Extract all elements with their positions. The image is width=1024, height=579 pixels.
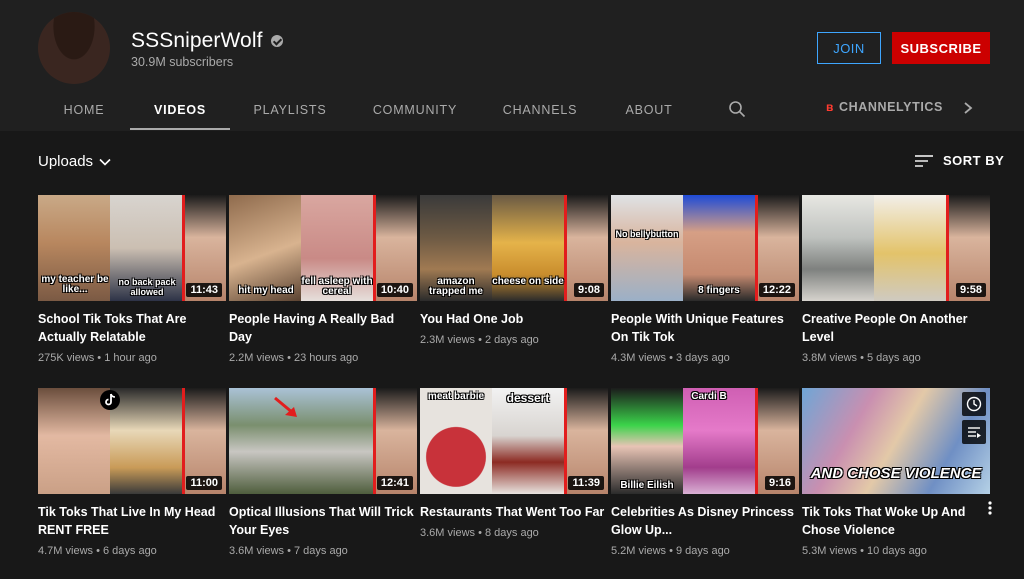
thumbnail-caption: cheese on side (492, 276, 564, 287)
chevron-down-icon (99, 158, 111, 166)
video-card[interactable]: 9:58 Creative People On Another Level 3.… (802, 195, 990, 364)
video-meta: 5.3M views • 10 days ago (802, 545, 927, 557)
video-meta: 275K views • 1 hour ago (38, 352, 157, 364)
tab-channels[interactable]: CHANNELS (498, 88, 582, 131)
add-to-queue-icon[interactable] (962, 420, 986, 444)
red-arrow-icon (274, 396, 297, 417)
thumbnail-caption: AND CHOSE VIOLENCE (810, 465, 982, 482)
chevron-right-icon[interactable] (962, 101, 974, 115)
video-meta: 5.2M views • 9 days ago (611, 545, 730, 557)
video-title[interactable]: School Tik Toks That Are Actually Relata… (38, 310, 226, 346)
sort-icon (915, 154, 933, 167)
channelytics-logo-icon: ʙ (826, 100, 834, 114)
video-title[interactable]: Celebrities As Disney Princess Glow Up..… (611, 503, 799, 539)
verified-check-icon (270, 35, 283, 47)
video-thumbnail[interactable]: AND CHOSE VIOLENCE (802, 388, 990, 494)
video-card[interactable]: 12:41 Optical Illusions That Will Trick … (229, 388, 417, 557)
video-meta: 3.6M views • 8 days ago (420, 527, 539, 539)
video-thumbnail[interactable]: Billie Eilish Cardi B 9:16 (611, 388, 799, 494)
video-meta: 4.7M views • 6 days ago (38, 545, 157, 557)
tab-community[interactable]: COMMUNITY (368, 88, 462, 131)
video-title[interactable]: People Having A Really Bad Day (229, 310, 417, 346)
video-duration: 12:41 (376, 476, 413, 490)
tab-about[interactable]: ABOUT (618, 88, 680, 131)
thumbnail-caption: Cardi B (691, 391, 727, 402)
sort-by-button[interactable]: SORT BY (915, 153, 1004, 168)
video-card[interactable]: AND CHOSE VIOLENCE Tik Toks That Woke Up… (802, 388, 992, 557)
video-duration: 10:40 (376, 283, 413, 297)
hover-actions (962, 392, 986, 444)
video-card[interactable]: amazon trapped me cheese on side 9:08 Yo… (420, 195, 608, 346)
thumbnail-caption: fell asleep with cereal (301, 276, 373, 297)
video-title[interactable]: Restaurants That Went Too Far (420, 503, 608, 521)
video-title[interactable]: Creative People On Another Level (802, 310, 990, 346)
video-duration: 11:43 (186, 283, 222, 297)
video-meta: 4.3M views • 3 days ago (611, 352, 730, 364)
video-meta: 3.6M views • 7 days ago (229, 545, 348, 557)
video-title[interactable]: Optical Illusions That Will Trick Your E… (229, 503, 417, 539)
thumbnail-caption: Billie Eilish (620, 480, 674, 491)
video-duration: 11:00 (186, 476, 222, 490)
thumbnail-caption: no back pack allowed (118, 277, 176, 297)
thumbnail-caption: No bellybutton (615, 229, 679, 239)
video-title[interactable]: Tik Toks That Live In My Head RENT FREE (38, 503, 226, 539)
avatar[interactable] (38, 12, 110, 84)
channel-title-row: SSSniperWolf (131, 29, 283, 53)
uploads-label: Uploads (38, 153, 94, 170)
video-thumbnail[interactable]: 12:41 (229, 388, 417, 494)
subscriber-count: 30.9M subscribers (131, 55, 234, 69)
watch-later-icon[interactable] (962, 392, 986, 416)
subscribe-button[interactable]: SUBSCRIBE (892, 32, 990, 64)
video-card[interactable]: 11:00 Tik Toks That Live In My Head RENT… (38, 388, 226, 557)
video-duration: 9:16 (764, 476, 795, 490)
video-thumbnail[interactable]: 9:58 (802, 195, 990, 301)
video-thumbnail[interactable]: No bellybutton 8 fingers 12:22 (611, 195, 799, 301)
video-card[interactable]: my teacher be like... no back pack allow… (38, 195, 226, 364)
channelytics-label: CHANNELYTICS (838, 100, 943, 114)
search-icon[interactable] (728, 100, 746, 118)
video-title[interactable]: You Had One Job (420, 310, 608, 328)
video-thumbnail[interactable]: meat barbie dessert 11:39 (420, 388, 608, 494)
thumbnail-caption: amazon trapped me (429, 276, 483, 297)
video-title[interactable]: People With Unique Features On Tik Tok (611, 310, 799, 346)
video-meta: 3.8M views • 5 days ago (802, 352, 921, 364)
thumbnail-caption: hit my head (238, 285, 294, 296)
channel-name: SSSniperWolf (131, 29, 263, 52)
channelytics-tab[interactable]: ʙ CHANNELYTICS (826, 100, 943, 114)
thumbnail-caption: dessert (506, 391, 550, 405)
video-thumbnail[interactable]: amazon trapped me cheese on side 9:08 (420, 195, 608, 301)
video-duration: 9:08 (573, 283, 604, 297)
video-thumbnail[interactable]: hit my head fell asleep with cereal 10:4… (229, 195, 417, 301)
tab-videos[interactable]: VIDEOS (130, 88, 230, 131)
video-card[interactable]: meat barbie dessert 11:39 Restaurants Th… (420, 388, 608, 539)
video-card[interactable]: Billie Eilish Cardi B 9:16 Celebrities A… (611, 388, 799, 557)
thumbnail-caption: 8 fingers (698, 285, 740, 296)
video-card[interactable]: hit my head fell asleep with cereal 10:4… (229, 195, 417, 364)
thumbnail-caption: my teacher be like... (41, 274, 109, 295)
video-meta: 2.2M views • 23 hours ago (229, 352, 359, 364)
video-thumbnail[interactable]: 11:00 (38, 388, 226, 494)
more-vertical-icon[interactable] (984, 500, 996, 516)
tab-home[interactable]: HOME (56, 88, 112, 131)
tab-playlists[interactable]: PLAYLISTS (248, 88, 332, 131)
uploads-dropdown[interactable]: Uploads (38, 153, 111, 170)
video-title[interactable]: Tik Toks That Woke Up And Chose Violence (802, 503, 990, 539)
video-duration: 9:58 (955, 283, 986, 297)
video-duration: 11:39 (568, 476, 604, 490)
thumbnail-caption: meat barbie (427, 391, 485, 402)
video-duration: 12:22 (758, 283, 795, 297)
video-card[interactable]: No bellybutton 8 fingers 12:22 People Wi… (611, 195, 799, 364)
video-meta: 2.3M views • 2 days ago (420, 334, 539, 346)
join-button[interactable]: JOIN (817, 32, 881, 64)
video-thumbnail[interactable]: my teacher be like... no back pack allow… (38, 195, 226, 301)
sort-by-label: SORT BY (943, 153, 1005, 168)
tiktok-logo-icon (100, 390, 120, 410)
